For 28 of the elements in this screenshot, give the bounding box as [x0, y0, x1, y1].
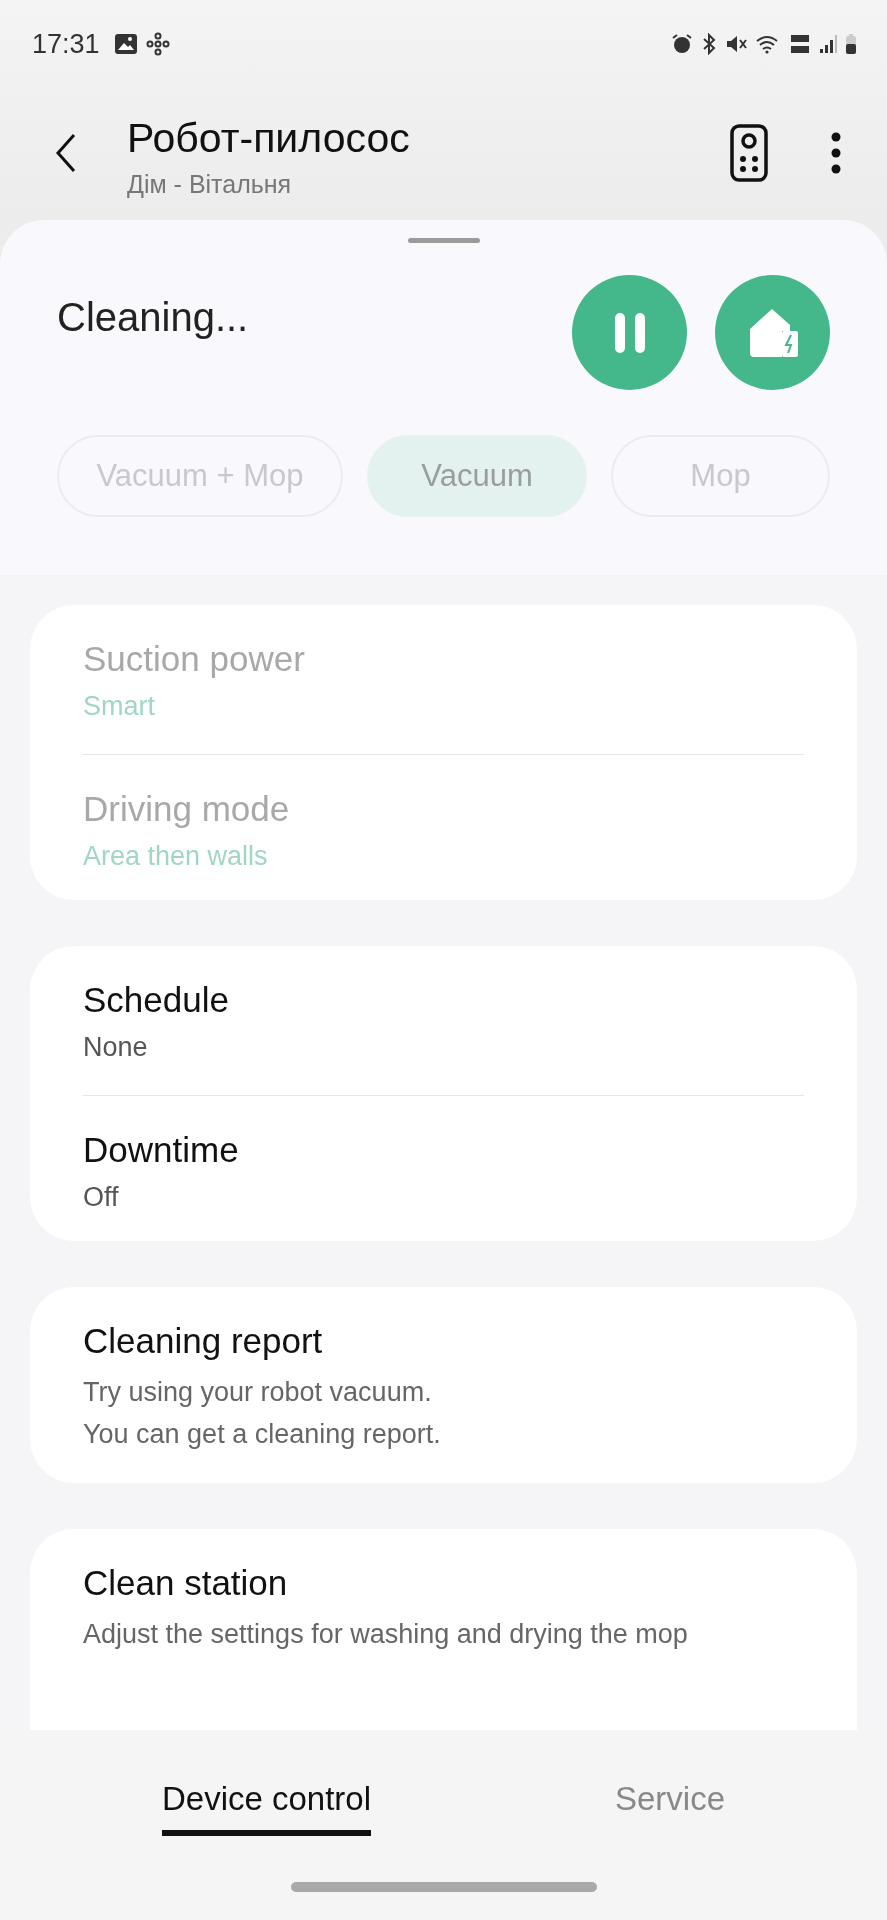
setting-description: Try using your robot vacuum.	[83, 1376, 433, 1409]
setting-title[interactable]: Cleaning report	[83, 1321, 804, 1361]
setting-value: Area then walls	[83, 841, 269, 872]
status-time: 17:31	[32, 28, 100, 60]
setting-description: You can get a cleaning report.	[83, 1418, 442, 1451]
mute-icon	[725, 33, 747, 55]
bluetooth-icon	[701, 33, 717, 55]
drag-handle[interactable]	[407, 238, 480, 243]
fan-icon	[145, 32, 170, 56]
remote-button[interactable]	[729, 123, 769, 183]
more-menu-button[interactable]	[831, 131, 841, 175]
device-title: Робот-пилосос	[127, 115, 411, 162]
signal-icon	[819, 34, 837, 54]
image-icon	[113, 33, 138, 55]
setting-value: Off	[83, 1182, 120, 1213]
setting-value: Smart	[83, 691, 156, 722]
bottom-tab[interactable]: Service	[614, 1780, 725, 1836]
alarm-icon	[671, 33, 693, 55]
setting-description: Adjust the settings for washing and drying the mop	[83, 1618, 689, 1651]
setting-title[interactable]: Clean station	[83, 1563, 804, 1603]
setting-title[interactable]: Downtime	[83, 1130, 804, 1170]
setting-value: None	[83, 1032, 149, 1063]
back-button[interactable]	[55, 133, 77, 173]
bottom-tab[interactable]: Device control	[161, 1780, 372, 1836]
cleaning-status: Cleaning...	[57, 295, 249, 341]
device-location: Дім - Вітальня	[127, 170, 293, 199]
setting-title[interactable]: Schedule	[83, 980, 804, 1020]
battery-icon	[845, 33, 857, 55]
